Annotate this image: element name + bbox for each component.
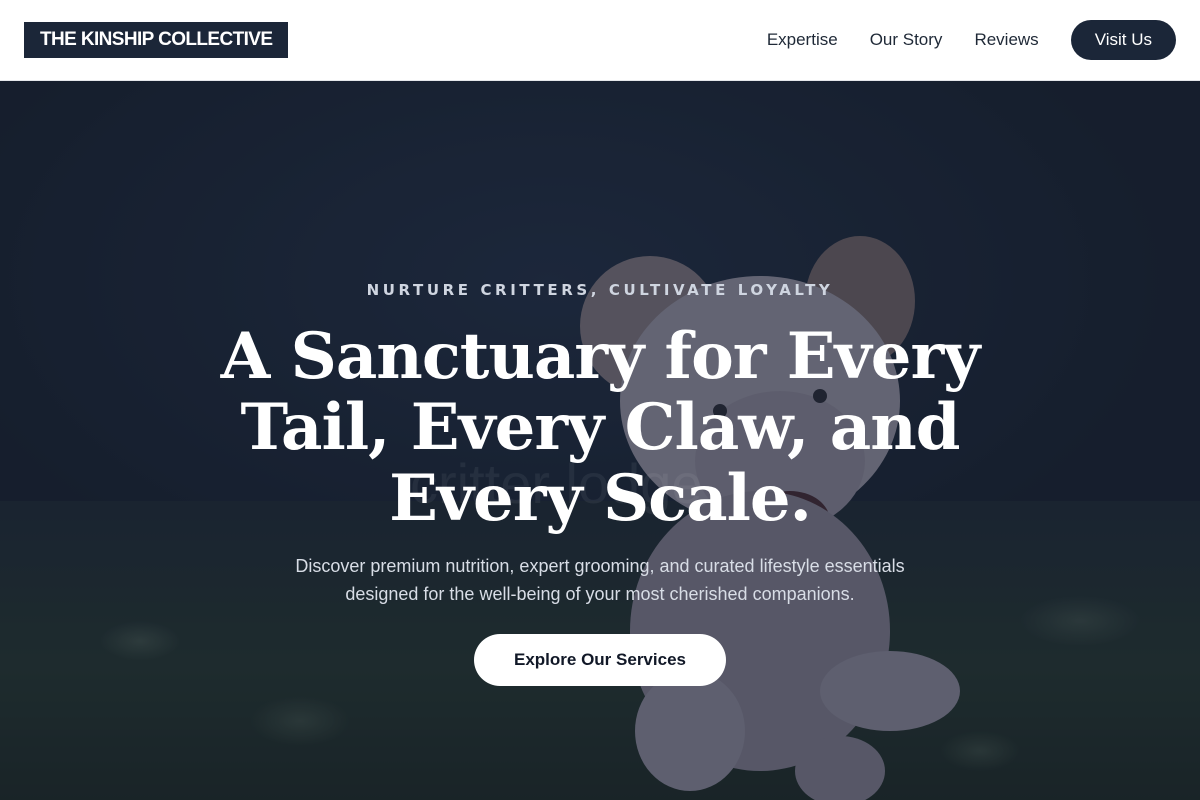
hero-headline: A Sanctuary for Every Tail, Every Claw, … xyxy=(220,319,981,536)
nav-link-expertise[interactable]: Expertise xyxy=(767,30,838,50)
hero-subtext: Discover premium nutrition, expert groom… xyxy=(295,556,905,604)
hero-section: critter lodge NURTURE CRITTERS, CULTIVAT… xyxy=(0,81,1200,800)
visit-us-button[interactable]: Visit Us xyxy=(1070,20,1176,60)
main-nav: Expertise Our Story Reviews Visit Us xyxy=(767,20,1176,60)
hero-content: NURTURE CRITTERS, CULTIVATE LOYALTY A Sa… xyxy=(0,281,1200,686)
nav-link-reviews[interactable]: Reviews xyxy=(974,30,1038,50)
hero-eyebrow: NURTURE CRITTERS, CULTIVATE LOYALTY xyxy=(366,281,834,299)
nav-link-our-story[interactable]: Our Story xyxy=(870,30,943,50)
site-header: THE KINSHIP COLLECTIVE Expertise Our Sto… xyxy=(0,0,1200,81)
brand-logo[interactable]: THE KINSHIP COLLECTIVE xyxy=(24,22,289,58)
explore-services-button[interactable]: Explore Our Services xyxy=(474,634,726,686)
